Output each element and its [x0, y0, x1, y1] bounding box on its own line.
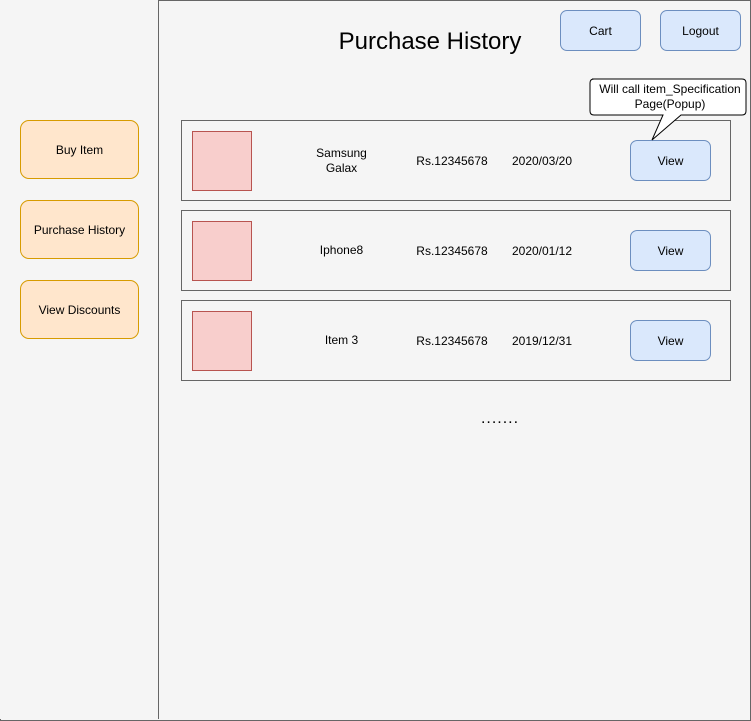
view-button-label: View	[657, 333, 684, 348]
item-price: Rs.12345678	[416, 153, 488, 168]
item-price: Rs.12345678	[416, 243, 488, 258]
view-button-label: View	[657, 153, 684, 168]
annotation-text: Will call item_Specification Page(Popup)	[599, 82, 741, 111]
view-button[interactable]: View	[630, 230, 711, 271]
item-name: Item 3	[324, 333, 359, 347]
sidebar-item-purchase-history[interactable]: Purchase History	[20, 200, 139, 259]
more-items-indicator: .......	[480, 410, 520, 427]
cart-button-label: Cart	[589, 23, 612, 38]
sidebar-item-view-discounts[interactable]: View Discounts	[20, 280, 139, 339]
item-thumbnail	[192, 311, 252, 371]
logout-button[interactable]: Logout	[660, 10, 741, 51]
purchase-row: Iphone8 Rs.12345678 2020/01/12 View	[181, 210, 731, 291]
cart-button[interactable]: Cart	[560, 10, 641, 51]
item-name: Iphone8	[319, 243, 364, 257]
sidebar-item-label: Purchase History	[33, 222, 126, 237]
item-thumbnail	[192, 131, 252, 191]
sidebar-item-label: View Discounts	[38, 302, 121, 317]
purchase-date: 2020/03/20	[511, 153, 573, 168]
sidebar: Buy Item Purchase History View Discounts	[0, 0, 159, 719]
purchase-row: Item 3 Rs.12345678 2019/12/31 View	[181, 300, 731, 381]
item-thumbnail	[192, 221, 252, 281]
item-price: Rs.12345678	[416, 333, 488, 348]
view-button[interactable]: View	[630, 320, 711, 361]
sidebar-item-label: Buy Item	[55, 142, 104, 157]
logout-button-label: Logout	[682, 23, 719, 38]
sidebar-item-buy-item[interactable]: Buy Item	[20, 120, 139, 179]
purchase-date: 2019/12/31	[511, 333, 573, 348]
item-name: Samsung Galax	[316, 145, 367, 175]
page-title: Purchase History	[338, 28, 522, 55]
purchase-date: 2020/01/12	[511, 243, 573, 258]
view-button-label: View	[657, 243, 684, 258]
view-button[interactable]: View	[630, 140, 711, 181]
